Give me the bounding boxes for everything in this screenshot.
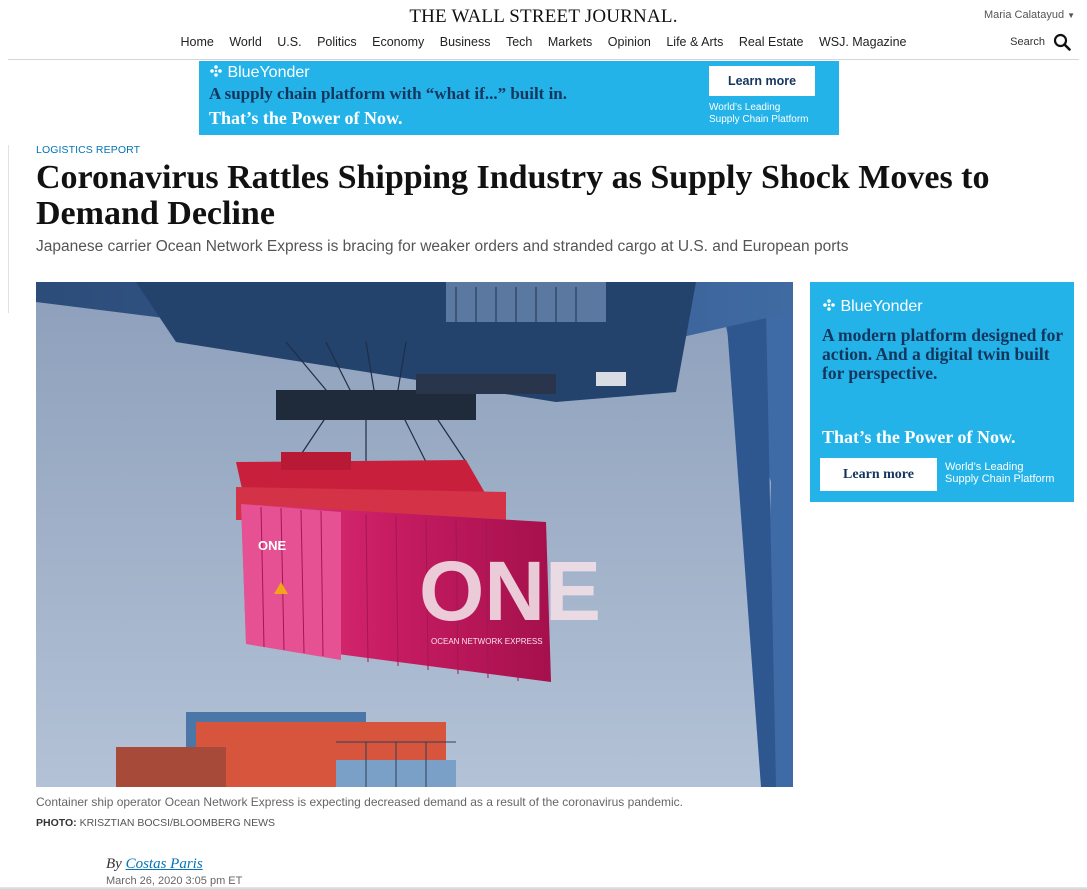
ad-tagline: That’s the Power of Now. (209, 108, 403, 128)
share-rail-divider (8, 145, 9, 313)
search-label: Search (1010, 36, 1045, 48)
ad-headline: A supply chain platform with “what if...… (209, 84, 568, 103)
article-headline: Coronavirus Rattles Shipping Industry as… (36, 159, 990, 232)
byline: By Costas Paris (106, 856, 203, 873)
article-dek: Japanese carrier Ocean Network Express i… (36, 238, 849, 255)
photo-credit-name: KRISZTIAN BOCSI/BLOOMBERG NEWS (79, 817, 276, 829)
author-link[interactable]: Costas Paris (126, 856, 203, 872)
search-icon (1053, 33, 1071, 51)
article-timestamp: March 26, 2020 3:05 pm ET (106, 875, 243, 887)
container-small-logo: ONE (258, 538, 287, 553)
byline-prefix: By (106, 856, 122, 872)
sidebar-ad-claim-line-1: World’s Leading (945, 461, 1024, 473)
photo-caption: Container ship operator Ocean Network Ex… (36, 795, 684, 809)
blueyonder-logo-icon (210, 65, 222, 77)
sidebar-ad-claim-line-2: Supply Chain Platform (945, 473, 1055, 485)
section-nav: Home World U.S. Politics Economy Busines… (0, 35, 1087, 49)
ad-brand: BlueYonder (209, 64, 310, 82)
nav-item-business[interactable]: Business (440, 35, 491, 49)
container-logo: ONE (419, 544, 601, 638)
nav-item-us[interactable]: U.S. (277, 35, 301, 49)
user-menu[interactable]: Maria Calatayud ▼ (984, 9, 1075, 21)
sidebar-ad-brand: BlueYonder (822, 298, 923, 316)
sidebar-ad-brand-name: BlueYonder (840, 298, 923, 315)
nav-item-economy[interactable]: Economy (372, 35, 424, 49)
nav-item-wsj-magazine[interactable]: WSJ. Magazine (819, 35, 907, 49)
search-button[interactable]: Search (1010, 33, 1071, 51)
article-kicker[interactable]: LOGISTICS REPORT (36, 144, 140, 156)
caret-down-icon: ▼ (1067, 11, 1075, 20)
article-photo: ONE ONE OCEAN NETWORK EXPRESS (36, 282, 793, 787)
ad-brand-name: BlueYonder (227, 64, 310, 81)
masthead: THE WALL STREET JOURNAL. Maria Calatayud… (0, 0, 1087, 60)
blueyonder-logo-icon (823, 299, 835, 311)
user-name: Maria Calatayud (983, 9, 1065, 21)
sidebar-ad-copy: A modern platform designed for action. A… (822, 325, 1063, 383)
photo-credit-label: PHOTO: (36, 817, 77, 829)
nav-item-home[interactable]: Home (181, 35, 214, 49)
sidebar-ad[interactable]: BlueYonder A modern platform designed fo… (810, 282, 1074, 502)
ad-claim-line-1: World’s Leading (709, 102, 781, 113)
nav-item-politics[interactable]: Politics (317, 35, 357, 49)
nav-item-world[interactable]: World (229, 35, 261, 49)
nav-item-opinion[interactable]: Opinion (608, 35, 651, 49)
ad-claim: World’s Leading Supply Chain Platform (709, 102, 809, 126)
photo-credit: PHOTO: KRISZTIAN BOCSI/BLOOMBERG NEWS (36, 817, 275, 829)
sidebar-ad-tagline: That’s the Power of Now. (822, 427, 1016, 447)
container-side-text: OCEAN NETWORK EXPRESS (431, 637, 543, 646)
nav-item-life-arts[interactable]: Life & Arts (666, 35, 723, 49)
nav-item-tech[interactable]: Tech (506, 35, 532, 49)
ad-claim-line-2: Supply Chain Platform (709, 114, 809, 125)
sidebar-ad-claim: World’s Leading Supply Chain Platform (945, 461, 1054, 485)
nav-item-real-estate[interactable]: Real Estate (739, 35, 804, 49)
masthead-divider (8, 59, 1079, 60)
nav-item-markets[interactable]: Markets (548, 35, 592, 49)
top-banner-ad[interactable]: BlueYonder A supply chain platform with … (199, 61, 839, 135)
ad-learn-more-button[interactable]: Learn more (709, 66, 815, 96)
sidebar-ad-learn-more-button[interactable]: Learn more (820, 458, 937, 491)
wsj-logo[interactable]: THE WALL STREET JOURNAL. (0, 6, 1087, 28)
